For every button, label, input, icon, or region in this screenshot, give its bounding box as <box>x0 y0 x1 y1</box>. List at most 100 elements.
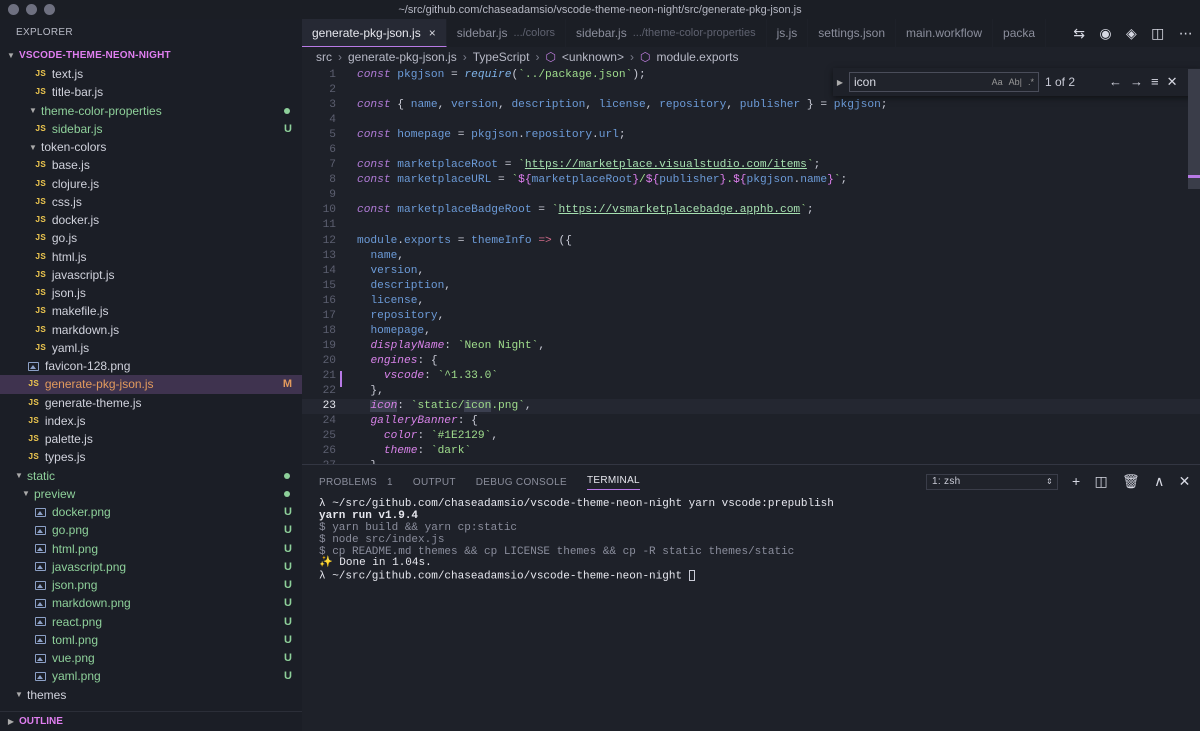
tree-file[interactable]: JS json.js <box>0 284 302 302</box>
image-file-icon <box>35 598 46 608</box>
preview-icon[interactable]: ◉ <box>1099 25 1111 42</box>
code-token: `static/ <box>410 400 465 413</box>
chevron-right-icon[interactable]: ▶ <box>833 78 847 87</box>
tree-file[interactable]: JS markdown.js <box>0 321 302 339</box>
breadcrumb-item[interactable]: src <box>316 47 332 67</box>
code-token: const <box>357 99 398 112</box>
tree-folder[interactable]: ▼ static <box>0 467 302 485</box>
more-actions-icon[interactable]: ⋯ <box>1179 25 1193 42</box>
editor-tab[interactable]: js.js <box>767 19 809 47</box>
tree-file[interactable]: javascript.png U <box>0 558 302 576</box>
tree-item-label: palette.js <box>44 432 93 447</box>
terminal-line: λ ~/src/github.com/chaseadamsio/vscode-t… <box>319 570 1200 583</box>
maximize-window-button[interactable] <box>44 4 55 15</box>
minimize-window-button[interactable] <box>26 4 37 15</box>
terminal[interactable]: λ ~/src/github.com/chaseadamsio/vscode-t… <box>302 498 1200 583</box>
tree-file[interactable]: json.png U <box>0 576 302 594</box>
tree-file[interactable]: toml.png U <box>0 631 302 649</box>
workspace-root[interactable]: ▼ VSCODE-THEME-NEON-NIGHT <box>0 47 302 65</box>
next-match-icon[interactable]: → <box>1130 74 1143 90</box>
tree-file[interactable]: JS html.js <box>0 248 302 266</box>
tree-file[interactable]: JS css.js <box>0 193 302 211</box>
tree-item-label: javascript.js <box>51 267 115 282</box>
outline-section[interactable]: ▶ OUTLINE <box>0 711 302 731</box>
trash-icon[interactable]: 🗑 <box>1122 473 1140 490</box>
terminal-select[interactable]: 1: zsh ⇕ <box>926 474 1058 490</box>
tree-file[interactable]: JS generate-pkg-json.js M <box>0 375 302 394</box>
tree-file[interactable]: JS sidebar.js U <box>0 120 302 138</box>
tree-folder[interactable]: ▼ themes <box>0 686 302 704</box>
tree-item-label: docker.js <box>51 213 100 228</box>
tree-file[interactable]: JS go.js <box>0 229 302 247</box>
editor-tab[interactable]: sidebar.js .../colors <box>447 19 567 47</box>
tree-folder[interactable]: ▼ theme-color-properties <box>0 102 302 120</box>
tree-file[interactable]: react.png U <box>0 613 302 631</box>
editor-tab[interactable]: main.workflow <box>896 19 994 47</box>
tree-file[interactable]: JS palette.js <box>0 430 302 448</box>
tree-folder[interactable]: ▼ token-colors <box>0 138 302 156</box>
tree-file[interactable]: JS text.js <box>0 65 302 83</box>
previous-match-icon[interactable]: ← <box>1109 74 1122 90</box>
close-icon[interactable]: ✕ <box>1167 74 1178 90</box>
tree-file[interactable]: docker.png U <box>0 503 302 521</box>
git-status-badge: U <box>284 652 292 665</box>
line-content: version, <box>336 264 424 279</box>
find-widget: ▶ icon Aa Ab| .* 1 of 2 ← → ≡ ✕ <box>833 68 1200 96</box>
close-icon[interactable]: ✕ <box>1179 473 1191 490</box>
editor-tab[interactable]: generate-pkg-json.js × <box>302 19 447 47</box>
close-tab-icon[interactable]: × <box>429 19 436 47</box>
tree-folder[interactable]: ▼ preview <box>0 485 302 503</box>
tree-file[interactable]: JS index.js <box>0 412 302 430</box>
editor-tab[interactable]: sidebar.js .../theme-color-properties <box>566 19 767 47</box>
scrollbar-thumb[interactable] <box>1188 69 1200 189</box>
breadcrumb-item[interactable]: module.exports <box>656 47 738 67</box>
tree-file[interactable]: favicon-128.png <box>0 357 302 375</box>
tree-file[interactable]: markdown.png U <box>0 594 302 612</box>
match-whole-word-toggle[interactable]: Ab| <box>1009 77 1022 87</box>
find-input[interactable]: icon Aa Ab| .* <box>849 72 1039 92</box>
close-window-button[interactable] <box>8 4 19 15</box>
tab-terminal[interactable]: TERMINAL <box>586 475 640 490</box>
split-terminal-icon[interactable]: ◫ <box>1094 473 1108 490</box>
breadcrumb-item[interactable]: <unknown> <box>562 47 624 67</box>
tab-debug-console[interactable]: DEBUG CONSOLE <box>476 477 567 488</box>
tree-file[interactable]: yaml.png U <box>0 667 302 685</box>
code-token: name <box>800 174 828 187</box>
tree-file[interactable]: go.png U <box>0 521 302 539</box>
add-terminal-icon[interactable]: + <box>1072 473 1080 490</box>
maximize-panel-icon[interactable]: ∧ <box>1154 473 1165 490</box>
code-editor[interactable]: 1 const pkgjson = require(`../package.jso… <box>302 68 1200 464</box>
tree-item-label: makefile.js <box>51 304 109 319</box>
tree-file[interactable]: html.png U <box>0 540 302 558</box>
javascript-file-icon: JS <box>35 324 46 335</box>
line-content <box>336 113 357 128</box>
match-case-toggle[interactable]: Aa <box>992 77 1003 87</box>
tree-file[interactable]: JS types.js <box>0 448 302 466</box>
chevron-down-icon: ▼ <box>6 51 16 60</box>
tree-file[interactable]: JS title-bar.js <box>0 83 302 101</box>
tree-file[interactable]: JS javascript.js <box>0 266 302 284</box>
window-controls[interactable] <box>8 4 55 15</box>
git-commit-icon[interactable]: ◈ <box>1126 25 1137 42</box>
tab-output[interactable]: OUTPUT <box>413 477 456 488</box>
compare-icon[interactable]: ⇆ <box>1073 25 1085 42</box>
breadcrumb-item[interactable]: generate-pkg-json.js <box>348 47 457 67</box>
breadcrumb-item[interactable]: TypeScript <box>473 47 530 67</box>
split-editor-icon[interactable]: ◫ <box>1151 25 1164 42</box>
code-token: . <box>397 234 405 247</box>
tree-file[interactable]: JS yaml.js <box>0 339 302 357</box>
editor-tab[interactable]: packa <box>993 19 1047 47</box>
tree-file[interactable]: JS clojure.js <box>0 175 302 193</box>
editor-tab[interactable]: settings.json <box>808 19 896 47</box>
line-number: 9 <box>329 189 336 202</box>
tree-file[interactable]: JS generate-theme.js <box>0 394 302 412</box>
tree-file[interactable]: vue.png U <box>0 649 302 667</box>
tree-file[interactable]: JS makefile.js <box>0 302 302 320</box>
tree-file[interactable]: JS base.js <box>0 156 302 174</box>
code-line: 9 <box>302 188 1200 203</box>
regex-toggle[interactable]: .* <box>1028 77 1034 87</box>
tree-file[interactable]: JS docker.js <box>0 211 302 229</box>
tab-problems[interactable]: PROBLEMS 1 <box>319 477 393 488</box>
find-in-selection-icon[interactable]: ≡ <box>1151 74 1159 90</box>
